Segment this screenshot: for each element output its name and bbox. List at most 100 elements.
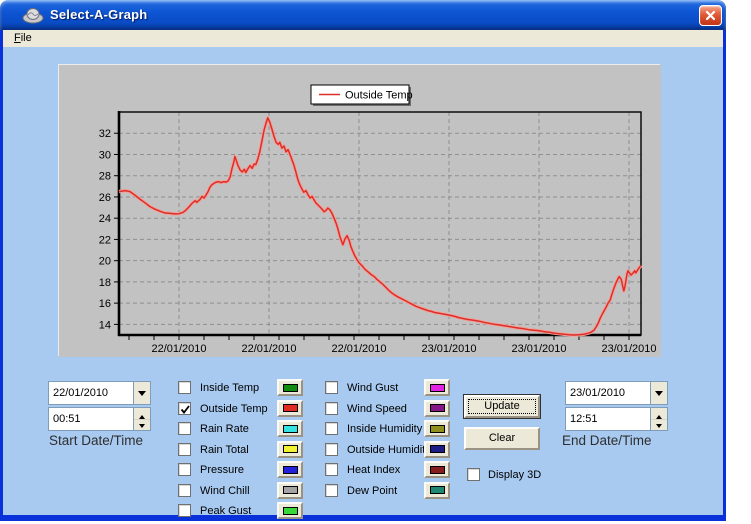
check-icon [179,403,192,416]
start-date-combobox[interactable]: 22/01/2010 [48,381,151,405]
label-rain-total: Rain Total [200,444,249,456]
display-3d-label: Display 3D [488,469,541,481]
label-wind-chill: Wind Chill [200,485,250,497]
menu-bar: File [3,30,723,47]
color-swatch-rain-rate [283,425,298,433]
app-icon [22,6,44,24]
checkbox-inside-humidity[interactable] [325,422,338,435]
end-time-spinner[interactable]: 12:51 [565,407,668,431]
color-swatch-wind-speed [430,404,445,412]
svg-text:14: 14 [99,319,111,331]
color-swatch-dew-point [430,486,445,494]
color-swatch-inside-temp [283,384,298,392]
clear-button[interactable]: Clear [464,427,540,450]
color-swatch-outside-humidity [430,445,445,453]
color-swatch-button-pressure[interactable] [277,461,303,478]
display-3d-checkbox[interactable] [467,468,480,481]
label-outside-humidity: Outside Humidity [347,444,431,456]
end-time-spin-buttons [650,408,667,430]
color-swatch-button-peak-gust[interactable] [277,502,303,519]
checkbox-wind-gust[interactable] [325,381,338,394]
svg-text:23/01/2010: 23/01/2010 [511,343,566,355]
window-border-bottom [0,515,726,521]
close-button[interactable] [699,5,722,26]
color-swatch-peak-gust [283,507,298,515]
color-swatch-button-outside-humidity[interactable] [424,441,450,458]
window-border-right [723,30,726,515]
spin-up-icon[interactable] [134,408,150,420]
end-datetime-label: End Date/Time [562,433,652,448]
color-swatch-button-heat-index[interactable] [424,461,450,478]
color-swatch-button-wind-speed[interactable] [424,400,450,417]
checkbox-dew-point[interactable] [325,484,338,497]
checkbox-wind-speed[interactable] [325,402,338,415]
chart-panel: 1416182022242628303222/01/201022/01/2010… [58,64,660,356]
svg-text:22/01/2010: 22/01/2010 [331,343,386,355]
end-date-dropdown-icon[interactable] [650,382,667,404]
end-date-combobox[interactable]: 23/01/2010 [565,381,668,405]
spin-down-icon[interactable] [651,420,667,431]
close-icon [705,10,716,21]
checkbox-heat-index[interactable] [325,463,338,476]
svg-text:22/01/2010: 22/01/2010 [241,343,296,355]
start-date-dropdown-icon[interactable] [133,382,150,404]
label-inside-temp: Inside Temp [200,382,259,394]
checkbox-inside-temp[interactable] [178,381,191,394]
svg-text:24: 24 [99,213,111,225]
color-swatch-button-wind-chill[interactable] [277,482,303,499]
color-swatch-button-rain-rate[interactable] [277,420,303,437]
x-minor-ticks [129,336,629,340]
spin-up-icon[interactable] [651,408,667,420]
end-time-value: 12:51 [566,408,650,430]
color-swatch-button-rain-total[interactable] [277,441,303,458]
chart-legend: Outside Temp [311,85,413,106]
menu-file[interactable]: File [8,31,38,45]
svg-text:32: 32 [99,128,111,140]
color-swatch-rain-total [283,445,298,453]
label-rain-rate: Rain Rate [200,423,249,435]
clear-button-label: Clear [489,432,515,444]
titlebar[interactable]: Select-A-Graph [0,0,726,30]
client-area: 1416182022242628303222/01/201022/01/2010… [3,47,723,515]
color-swatch-button-inside-humidity[interactable] [424,420,450,437]
svg-text:23/01/2010: 23/01/2010 [421,343,476,355]
label-dew-point: Dew Point [347,485,397,497]
svg-text:23/01/2010: 23/01/2010 [601,343,656,355]
color-swatch-button-dew-point[interactable] [424,482,450,499]
update-button[interactable]: Update [464,395,540,418]
checkbox-wind-chill[interactable] [178,484,191,497]
label-pressure: Pressure [200,464,244,476]
color-swatch-button-inside-temp[interactable] [277,379,303,396]
label-wind-speed: Wind Speed [347,403,407,415]
color-swatch-pressure [283,466,298,474]
color-swatch-wind-gust [430,384,445,392]
label-outside-temp: Outside Temp [200,403,268,415]
temperature-chart: 1416182022242628303222/01/201022/01/2010… [59,65,661,362]
start-time-spinner[interactable]: 00:51 [48,407,151,431]
checkbox-rain-total[interactable] [178,443,191,456]
label-wind-gust: Wind Gust [347,382,398,394]
checkbox-outside-temp[interactable] [178,402,191,415]
spin-down-icon[interactable] [134,420,150,431]
svg-text:Outside Temp: Outside Temp [345,90,413,102]
color-swatch-button-wind-gust[interactable] [424,379,450,396]
start-time-spin-buttons [133,408,150,430]
color-swatch-inside-humidity [430,425,445,433]
checkbox-outside-humidity[interactable] [325,443,338,456]
label-peak-gust: Peak Gust [200,505,251,517]
window-title: Select-A-Graph [50,7,147,22]
svg-text:30: 30 [99,149,111,161]
checkbox-peak-gust[interactable] [178,504,191,517]
checkbox-rain-rate[interactable] [178,422,191,435]
svg-text:20: 20 [99,256,111,268]
update-button-label: Update [484,400,519,412]
label-heat-index: Heat Index [347,464,400,476]
color-swatch-button-outside-temp[interactable] [277,400,303,417]
start-date-value: 22/01/2010 [49,382,133,404]
color-swatch-wind-chill [283,486,298,494]
svg-text:22/01/2010: 22/01/2010 [151,343,206,355]
checkbox-pressure[interactable] [178,463,191,476]
end-date-value: 23/01/2010 [566,382,650,404]
color-swatch-outside-temp [283,404,298,412]
app-window: Select-A-Graph File 14161820222426283032… [0,0,726,521]
